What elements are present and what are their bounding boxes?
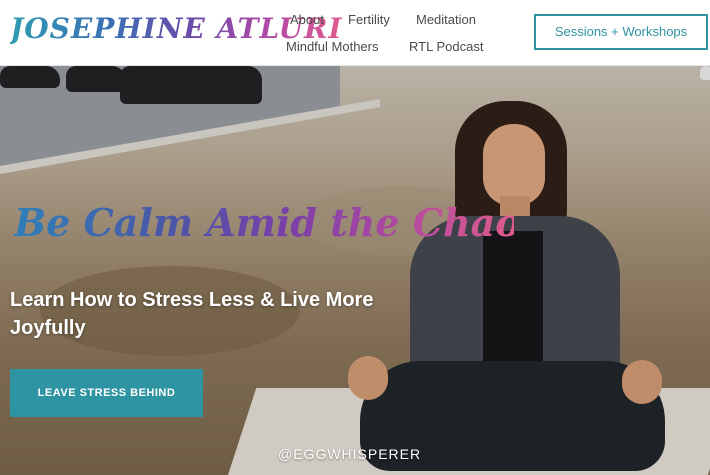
site-header: JOSEPHINE ATLURI About Fertility Meditat… [0,0,710,66]
hero-headline: Learn How to Stress Less & Live More Joy… [10,289,374,339]
nav-item-fertility[interactable]: Fertility [348,12,390,27]
hero-section: Be Calm Amid the Chaos Learn How to Stre… [0,66,710,475]
car [120,66,262,104]
nav-item-rtl-podcast[interactable]: RTL Podcast [409,39,483,54]
social-handle-watermark: @EGGWHISPERER [278,446,422,462]
sessions-workshops-button[interactable]: Sessions + Workshops [534,14,708,50]
car [66,66,126,92]
black-shirt [483,231,543,381]
right-hand [622,360,662,404]
hero-tagline: Be Calm Amid the Chaos [14,200,543,245]
car [0,66,60,88]
nav-item-meditation[interactable]: Meditation [416,12,476,27]
leave-stress-behind-button[interactable]: LEAVE STRESS BEHIND [10,369,203,417]
left-hand [348,356,388,400]
car [700,66,710,80]
nav-item-mindful-mothers[interactable]: Mindful Mothers [286,39,378,54]
nav-item-about[interactable]: About [290,12,324,27]
main-nav: About Fertility Meditation Mindful Mothe… [280,0,505,66]
face [483,124,545,206]
